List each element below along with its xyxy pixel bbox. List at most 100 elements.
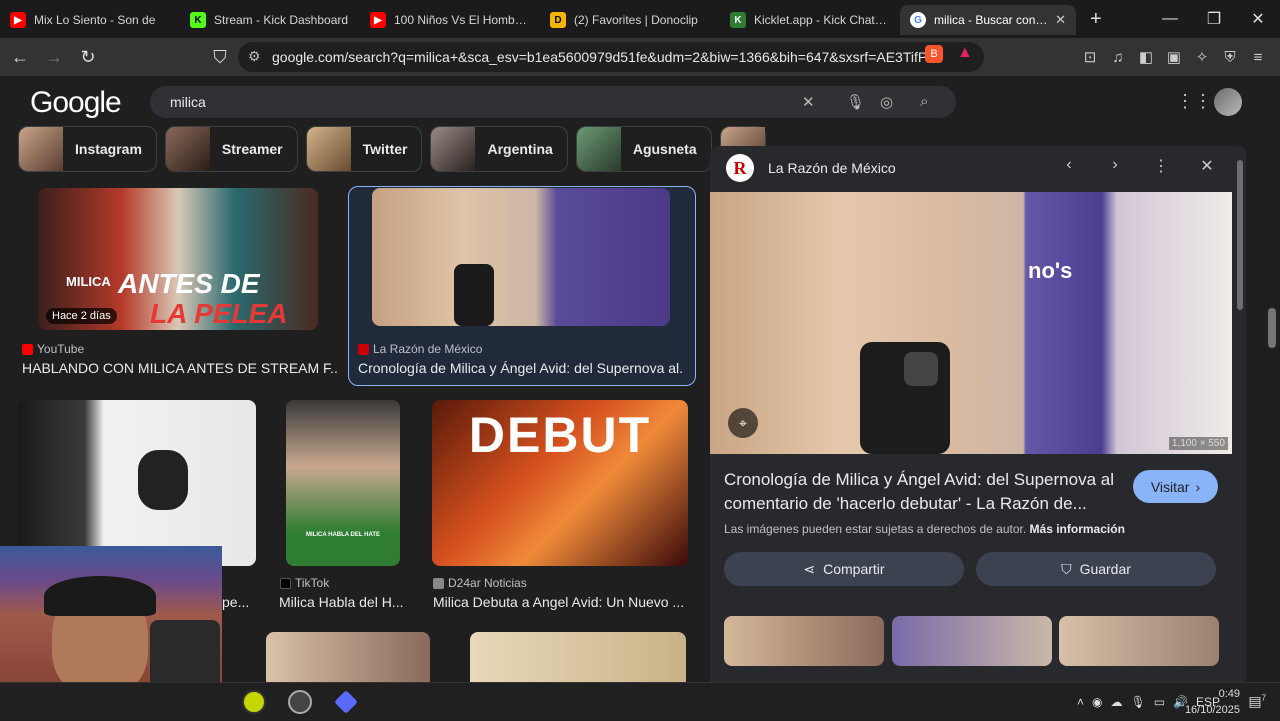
- chip-twitter[interactable]: Twitter: [305, 126, 423, 172]
- mic-icon[interactable]: 🎙: [1130, 695, 1145, 709]
- result-thumbnail-boxing[interactable]: [18, 400, 256, 566]
- bookmark-icon: ⛉: [1061, 560, 1072, 577]
- related-image[interactable]: [724, 616, 884, 666]
- window-controls: — ❐ ✕: [1148, 0, 1280, 38]
- install-app-icon[interactable]: ⊡: [1076, 48, 1104, 66]
- leo-ai-icon[interactable]: ✧: [1188, 48, 1216, 66]
- glove-image: [138, 450, 188, 510]
- windows-taskbar: ˄ ◉ ☁ 🎙 ▭ 🔊 ESP 0:49 16/10/2025 ▤7: [0, 682, 1280, 720]
- visit-button[interactable]: Visitar ›: [1133, 470, 1218, 503]
- result-caption[interactable]: pe...: [222, 594, 252, 610]
- chip-streamer[interactable]: Streamer: [164, 126, 298, 172]
- result-source: YouTube: [22, 342, 84, 356]
- camera-icon[interactable]: ◉: [1092, 695, 1102, 709]
- app-icon[interactable]: [334, 690, 358, 714]
- google-icon: G: [910, 12, 926, 28]
- result-thumbnail-d24ar[interactable]: DEBUT: [432, 400, 688, 566]
- search-input[interactable]: milica: [170, 94, 206, 110]
- search-icon[interactable]: ⌕: [920, 93, 928, 110]
- new-tab-button[interactable]: +: [1090, 8, 1102, 31]
- tiktok-icon: [280, 577, 291, 589]
- search-box[interactable]: milica ✕ 🎙 ◎ ⌕: [150, 86, 956, 118]
- minimize-icon[interactable]: —: [1148, 10, 1192, 28]
- tab-youtube-video[interactable]: ▶ 100 Niños Vs El Hombre M: [360, 5, 540, 35]
- phone-image: [860, 342, 950, 454]
- thumbnail-overlay-text: MILICA HABLA DEL HATE: [306, 532, 380, 538]
- save-button[interactable]: ⛉ Guardar: [976, 552, 1216, 586]
- browser-tab-bar: ▶ Mix Lo Siento - Son de K Stream - Kick D…: [0, 0, 1280, 38]
- clock[interactable]: 0:49 16/10/2025: [1185, 686, 1240, 718]
- larazon-icon: [358, 343, 369, 355]
- related-image[interactable]: [892, 616, 1052, 666]
- chevron-up-icon[interactable]: ˄: [1077, 695, 1084, 709]
- obs-icon[interactable]: [288, 690, 312, 714]
- tab-donoclip[interactable]: D (2) Favorites | Donoclip: [540, 5, 720, 35]
- kicklet-icon: K: [730, 12, 746, 28]
- vpn-icon[interactable]: ⛨: [1216, 49, 1244, 66]
- panel-title[interactable]: Cronología de Milica y Ángel Avid: del S…: [724, 468, 1124, 516]
- reload-icon[interactable]: ↻: [74, 47, 102, 68]
- media-icon[interactable]: ♫: [1104, 49, 1132, 66]
- panel-scrollbar[interactable]: [1236, 148, 1244, 658]
- back-icon[interactable]: ←: [6, 47, 34, 68]
- result-caption[interactable]: Milica Habla del H...: [279, 594, 405, 610]
- wallet-icon[interactable]: ▣: [1160, 48, 1188, 66]
- result-caption[interactable]: Milica Debuta a Angel Avid: Un Nuevo ...: [433, 594, 689, 610]
- preview-image[interactable]: no's ⌖ 1,100 × 550: [710, 192, 1232, 454]
- result-source: D24ar Noticias: [433, 576, 527, 590]
- more-options-icon[interactable]: ⋮: [1138, 156, 1184, 176]
- close-panel-icon[interactable]: ✕: [1184, 156, 1230, 176]
- page-scrollbar[interactable]: [1268, 308, 1276, 348]
- result-thumbnail[interactable]: [266, 632, 430, 682]
- more-info-link[interactable]: Más información: [1030, 522, 1125, 536]
- lens-icon[interactable]: ◎: [880, 93, 893, 111]
- result-thumbnail[interactable]: [470, 632, 686, 682]
- result-thumbnail-youtube[interactable]: MILICA ANTES DE LA PELEA Hace 2 días: [38, 188, 318, 330]
- network-icon[interactable]: ▭: [1154, 695, 1165, 709]
- youtube-icon: ▶: [370, 12, 386, 28]
- brave-rewards-icon[interactable]: ▲: [957, 44, 973, 62]
- google-apps-icon[interactable]: ⋮⋮: [1176, 91, 1212, 112]
- address-bar-row: ← → ↻ ⛉ ⚙ google.com/search?q=milica+&sc…: [0, 38, 1280, 76]
- chip-argentina[interactable]: Argentina: [430, 126, 568, 172]
- mic-icon[interactable]: 🎙: [846, 93, 865, 111]
- result-thumbnail-tiktok[interactable]: MILICA HABLA DEL HATE: [286, 400, 400, 566]
- lens-search-icon[interactable]: ⌖: [728, 408, 758, 438]
- tab-google-search[interactable]: Gmilica - Buscar con Go ✕: [900, 5, 1076, 35]
- result-source: La Razón de México: [358, 342, 482, 356]
- menu-icon[interactable]: ≡: [1244, 49, 1272, 66]
- chip-agusneta[interactable]: Agusneta: [575, 126, 712, 172]
- prev-icon[interactable]: ‹: [1046, 156, 1092, 176]
- app-icon[interactable]: [242, 690, 266, 714]
- result-caption[interactable]: Cronología de Milica y Ángel Avid: del S…: [358, 360, 684, 376]
- close-tab-icon[interactable]: ✕: [1049, 12, 1066, 28]
- url-field[interactable]: ⚙ google.com/search?q=milica+&sca_esv=b1…: [238, 42, 984, 72]
- forward-icon[interactable]: →: [40, 47, 68, 68]
- clear-icon[interactable]: ✕: [802, 93, 815, 111]
- cloud-icon[interactable]: ☁: [1110, 695, 1122, 709]
- sidebar-icon[interactable]: ◧: [1132, 48, 1160, 66]
- age-badge: Hace 2 días: [46, 308, 117, 324]
- brave-shields-icon[interactable]: B: [925, 45, 943, 63]
- tab-kicklet[interactable]: K Kicklet.app - Kick Chatbot: [720, 5, 900, 35]
- tab-kick-dashboard[interactable]: K Stream - Kick Dashboard: [180, 5, 360, 35]
- d24ar-icon: [433, 577, 444, 589]
- result-thumbnail-larazon[interactable]: [372, 188, 670, 326]
- restore-icon[interactable]: ❐: [1192, 9, 1236, 29]
- result-caption[interactable]: HABLANDO CON MILICA ANTES DE STREAM F...: [22, 360, 338, 376]
- larazon-logo: R: [726, 154, 754, 182]
- notifications-icon[interactable]: ▤7: [1248, 693, 1266, 710]
- share-button[interactable]: ⋖ Compartir: [724, 552, 964, 586]
- site-settings-icon[interactable]: ⚙: [248, 48, 261, 65]
- bookmark-icon[interactable]: ⛉: [206, 47, 234, 68]
- close-window-icon[interactable]: ✕: [1236, 9, 1280, 29]
- scrollbar-thumb[interactable]: [1237, 160, 1243, 310]
- avatar[interactable]: [1214, 88, 1242, 116]
- chip-instagram[interactable]: Instagram: [18, 126, 157, 172]
- tab-youtube-mix[interactable]: ▶ Mix Lo Siento - Son de: [0, 5, 180, 35]
- related-image[interactable]: [1059, 616, 1219, 666]
- next-icon[interactable]: ›: [1092, 156, 1138, 176]
- panel-source-name[interactable]: La Razón de México: [768, 160, 896, 176]
- donoclip-icon: D: [550, 12, 566, 28]
- google-logo[interactable]: Google: [30, 86, 122, 120]
